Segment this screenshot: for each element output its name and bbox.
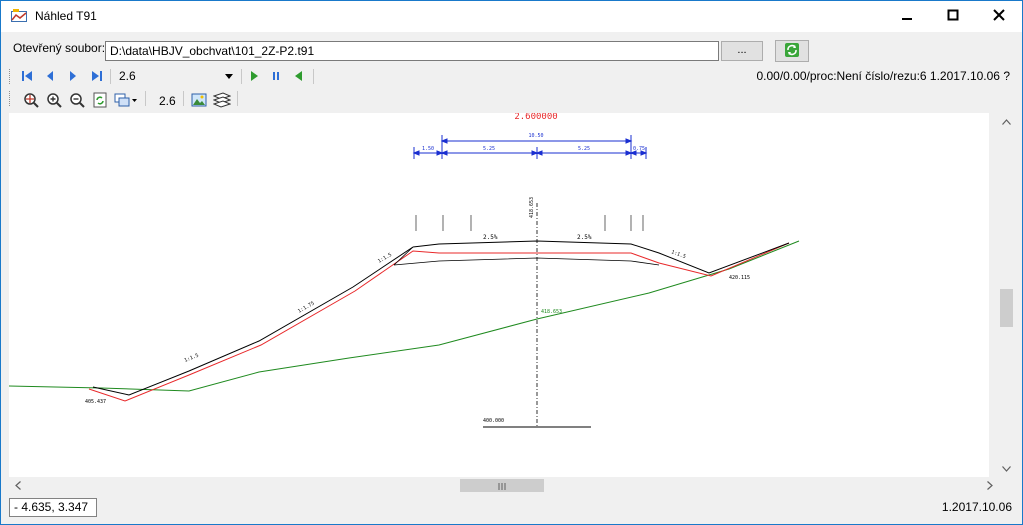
scroll-left-icon[interactable]	[9, 477, 26, 494]
horizontal-scroll-thumb[interactable]	[460, 479, 544, 492]
layers-icon	[212, 91, 232, 111]
close-icon	[993, 9, 1005, 24]
pause-button[interactable]	[267, 68, 285, 86]
previous-section-button[interactable]	[41, 68, 59, 86]
close-button[interactable]	[976, 1, 1022, 32]
grip-lines-icon	[498, 479, 506, 493]
left-slope-mid-label: 1:1.75	[297, 301, 316, 315]
last-section-icon	[91, 70, 103, 85]
right-lane-width-label: 5.25	[578, 146, 590, 152]
vertical-scrollbar[interactable]	[998, 113, 1015, 477]
vertical-scroll-thumb[interactable]	[1000, 289, 1013, 327]
pavement-bottom-line	[393, 257, 660, 266]
design-subgrade-line	[88, 242, 790, 402]
first-section-icon	[21, 70, 33, 85]
file-label: Otevřený soubor:	[13, 41, 106, 55]
section-select[interactable]: 2.6	[115, 67, 235, 87]
scroll-up-icon[interactable]	[998, 113, 1015, 130]
section-select-value: 2.6	[119, 69, 136, 83]
next-section-icon	[67, 70, 79, 85]
left-toe-label: 405.437	[85, 399, 106, 405]
pause-icon	[270, 70, 282, 85]
zoom-out-button[interactable]	[67, 91, 87, 111]
export-image-button[interactable]	[189, 91, 209, 111]
minimize-button[interactable]	[884, 1, 930, 32]
refresh-icon	[784, 42, 800, 61]
maximize-icon	[947, 9, 959, 24]
datum-label: 400.000	[483, 418, 504, 424]
play-backward-button[interactable]	[290, 68, 308, 86]
toolbar-separator	[145, 91, 146, 106]
station-label: 2.600000	[514, 113, 557, 122]
file-row: Otevřený soubor: ...	[1, 32, 1022, 65]
toolbar-separator	[313, 69, 314, 84]
zoom-out-icon	[69, 92, 85, 111]
layers-button[interactable]	[212, 91, 232, 111]
embankment-outline	[92, 246, 414, 396]
cross-section-drawing: 2.600000 10.50 1.50 5.25 5.25 0.75 418.6…	[9, 113, 800, 428]
cross-section-canvas[interactable]: 2.600000 10.50 1.50 5.25 5.25 0.75 418.6…	[9, 113, 989, 477]
scale-value: 2.6	[159, 94, 176, 108]
pavement-edge-left	[393, 246, 414, 266]
previous-section-icon	[44, 70, 56, 85]
navigation-toolbar: 2.6 0.00/0.00/proc:Není číslo/rezu:6 1.2…	[1, 65, 1022, 87]
reload-file-button[interactable]	[775, 40, 809, 62]
minimize-icon	[901, 9, 913, 24]
redraw-icon	[92, 92, 108, 111]
preview-window: Náhled T91 Otevřený soubor: ...	[0, 0, 1023, 525]
scroll-down-icon[interactable]	[998, 460, 1015, 477]
axis-height-label: 418.653	[529, 197, 535, 218]
browse-button[interactable]: ...	[721, 41, 763, 61]
overall-width-label: 10.50	[528, 133, 543, 139]
first-section-button[interactable]	[18, 68, 36, 86]
toolbar-grip[interactable]	[9, 91, 11, 106]
existing-terrain-line	[9, 240, 800, 392]
cursor-coordinates: - 4.635, 3.347	[9, 498, 97, 517]
scroll-right-icon[interactable]	[981, 477, 998, 494]
redraw-button[interactable]	[90, 91, 110, 111]
left-lane-width-label: 5.25	[483, 146, 495, 152]
profile-preview-app-icon	[11, 8, 27, 24]
version-label: 1.2017.10.06	[941, 500, 1012, 514]
section-status-text: 0.00/0.00/proc:Není číslo/rezu:6 1.2017.…	[756, 69, 1010, 83]
zoom-in-button[interactable]	[44, 91, 64, 111]
file-path-input[interactable]	[105, 41, 719, 61]
left-shoulder-width-label: 1.50	[422, 146, 434, 152]
toolbar-separator	[110, 69, 111, 84]
toolbar-separator	[237, 91, 238, 106]
chevron-down-icon[interactable]	[223, 69, 235, 83]
maximize-button[interactable]	[930, 1, 976, 32]
left-lane-slope-label: 2.5%	[483, 234, 498, 241]
title-bar: Náhled T91	[1, 1, 1022, 32]
horizontal-scrollbar[interactable]	[9, 477, 998, 494]
zoom-extents-icon	[23, 92, 39, 111]
play-icon	[248, 70, 260, 85]
play-backward-icon	[293, 70, 305, 85]
next-section-button[interactable]	[64, 68, 82, 86]
window-layout-icon	[114, 92, 138, 111]
view-toolbar: 2.6	[1, 87, 1022, 113]
right-toe-label: 420.115	[729, 275, 750, 281]
zoom-in-icon	[46, 92, 62, 111]
left-slope-upper-label: 1:1.5	[377, 252, 393, 265]
toolbar-separator	[241, 69, 242, 84]
terrain-axis-height-label: 418.653	[541, 309, 562, 315]
zoom-extents-button[interactable]	[21, 91, 41, 111]
status-bar: - 4.635, 3.347 1.2017.10.06	[1, 495, 1022, 524]
right-shoulder-width-label: 0.75	[633, 146, 645, 152]
export-image-icon	[191, 92, 207, 111]
pavement-top-line	[412, 240, 790, 274]
toolbar-separator	[183, 91, 184, 106]
right-lane-slope-label: 2.5%	[577, 234, 592, 241]
toolbar-grip[interactable]	[9, 69, 11, 84]
play-button[interactable]	[245, 68, 263, 86]
window-layout-button[interactable]	[113, 91, 139, 111]
left-slope-lower-label: 1:1.5	[184, 353, 200, 364]
window-title: Náhled T91	[35, 9, 97, 23]
last-section-button[interactable]	[88, 68, 106, 86]
